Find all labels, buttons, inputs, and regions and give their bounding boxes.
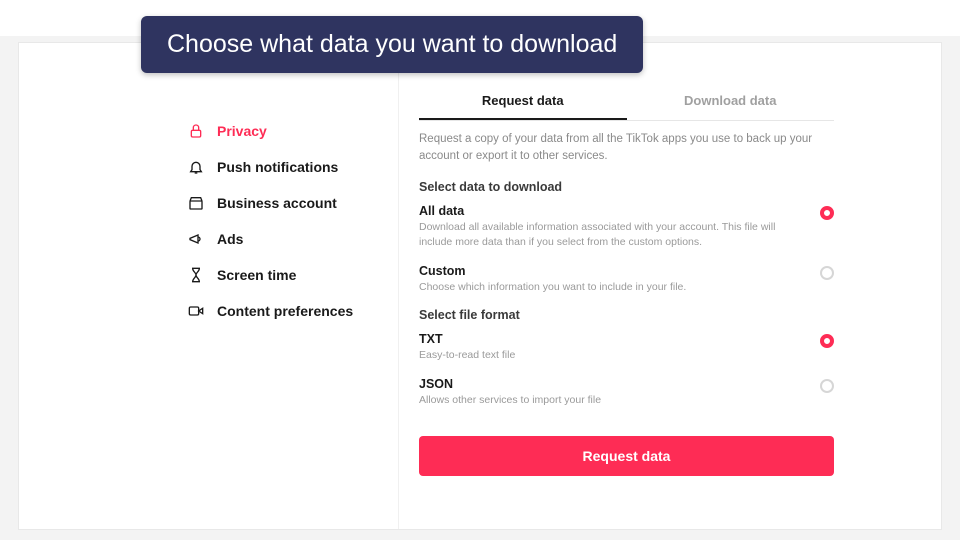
instruction-callout: Choose what data you want to download (141, 16, 643, 73)
sidebar-item-label: Ads (217, 231, 243, 247)
sidebar-item-label: Content preferences (217, 303, 353, 319)
radio-json[interactable] (820, 379, 834, 393)
sidebar-item-label: Screen time (217, 267, 296, 283)
tab-download-data[interactable]: Download data (627, 83, 835, 120)
sidebar-item-screen-time[interactable]: Screen time (169, 257, 398, 293)
store-icon (187, 194, 205, 212)
sidebar-item-label: Business account (217, 195, 337, 211)
video-icon (187, 302, 205, 320)
sidebar-item-label: Privacy (217, 123, 267, 139)
megaphone-icon (187, 230, 205, 248)
option-json[interactable]: JSON Allows other services to import you… (419, 377, 834, 408)
main-content: Request data Download data Request a cop… (399, 53, 854, 529)
sidebar-nav: Manage account Privacy Push notification… (169, 53, 399, 529)
option-title: Custom (419, 264, 808, 278)
section-file-format: Select file format (419, 308, 834, 322)
radio-txt[interactable] (820, 334, 834, 348)
settings-panel: Manage account Privacy Push notification… (18, 42, 942, 530)
option-desc: Easy-to-read text file (419, 348, 808, 363)
option-desc: Choose which information you want to inc… (419, 280, 808, 295)
sidebar-item-ads[interactable]: Ads (169, 221, 398, 257)
tabs: Request data Download data (419, 83, 834, 121)
radio-all-data[interactable] (820, 206, 834, 220)
lock-icon (187, 122, 205, 140)
sidebar-item-push-notifications[interactable]: Push notifications (169, 149, 398, 185)
option-title: TXT (419, 332, 808, 346)
bell-icon (187, 158, 205, 176)
hourglass-icon (187, 266, 205, 284)
option-title: All data (419, 204, 808, 218)
sidebar-item-business-account[interactable]: Business account (169, 185, 398, 221)
option-all-data[interactable]: All data Download all available informat… (419, 204, 834, 249)
tab-request-data[interactable]: Request data (419, 83, 627, 120)
sidebar-item-privacy[interactable]: Privacy (169, 113, 398, 149)
intro-text: Request a copy of your data from all the… (419, 131, 834, 164)
sidebar-item-content-preferences[interactable]: Content preferences (169, 293, 398, 329)
option-title: JSON (419, 377, 808, 391)
sidebar-item-label: Push notifications (217, 159, 338, 175)
request-data-button[interactable]: Request data (419, 436, 834, 476)
option-desc: Download all available information assoc… (419, 220, 808, 249)
option-desc: Allows other services to import your fil… (419, 393, 808, 408)
option-custom[interactable]: Custom Choose which information you want… (419, 264, 834, 295)
section-select-data: Select data to download (419, 180, 834, 194)
radio-custom[interactable] (820, 266, 834, 280)
option-txt[interactable]: TXT Easy-to-read text file (419, 332, 834, 363)
